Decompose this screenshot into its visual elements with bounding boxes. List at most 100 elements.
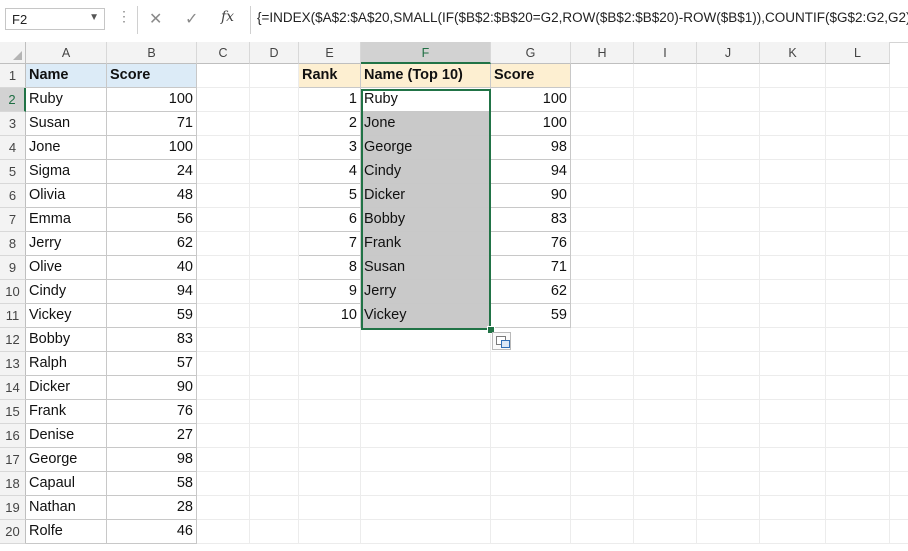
rank-cell[interactable]: 5 xyxy=(299,184,361,208)
score-cell[interactable]: 94 xyxy=(107,280,197,304)
score-cell[interactable]: 59 xyxy=(107,304,197,328)
top-name-cell[interactable]: Cindy xyxy=(361,160,491,184)
formula-input[interactable]: {=INDEX($A$2:$A$20,SMALL(IF($B$2:$B$20=G… xyxy=(257,10,908,25)
score-cell[interactable]: 90 xyxy=(107,376,197,400)
score-cell[interactable]: 90 xyxy=(491,184,571,208)
column-header-h[interactable]: H xyxy=(571,42,634,64)
cell-header[interactable]: Score xyxy=(491,64,571,88)
row-header-10[interactable]: 10 xyxy=(0,280,26,304)
score-cell[interactable]: 98 xyxy=(107,448,197,472)
cell-header[interactable]: Score xyxy=(107,64,197,88)
top-name-cell[interactable]: Jerry xyxy=(361,280,491,304)
row-header-8[interactable]: 8 xyxy=(0,232,26,256)
name-cell[interactable]: Frank xyxy=(26,400,107,424)
column-header-l[interactable]: L xyxy=(826,42,890,64)
name-cell[interactable]: Olivia xyxy=(26,184,107,208)
cell-header[interactable]: Rank xyxy=(299,64,361,88)
name-cell[interactable]: Ralph xyxy=(26,352,107,376)
score-cell[interactable]: 71 xyxy=(491,256,571,280)
row-header-13[interactable]: 13 xyxy=(0,352,26,376)
row-header-11[interactable]: 11 xyxy=(0,304,26,328)
score-cell[interactable]: 71 xyxy=(107,112,197,136)
score-cell[interactable]: 100 xyxy=(107,88,197,112)
score-cell[interactable]: 76 xyxy=(491,232,571,256)
rank-cell[interactable]: 4 xyxy=(299,160,361,184)
top-name-cell[interactable]: George xyxy=(361,136,491,160)
column-header-a[interactable]: A xyxy=(26,42,107,64)
row-header-17[interactable]: 17 xyxy=(0,448,26,472)
score-cell[interactable]: 94 xyxy=(491,160,571,184)
score-cell[interactable]: 28 xyxy=(107,496,197,520)
column-header-b[interactable]: B xyxy=(107,42,197,64)
chevron-down-icon[interactable]: ▼ xyxy=(89,12,99,23)
score-cell[interactable]: 76 xyxy=(107,400,197,424)
column-header-g[interactable]: G xyxy=(491,42,571,64)
row-header-12[interactable]: 12 xyxy=(0,328,26,352)
name-cell[interactable]: George xyxy=(26,448,107,472)
name-cell[interactable]: Capaul xyxy=(26,472,107,496)
score-cell[interactable]: 57 xyxy=(107,352,197,376)
top-name-cell[interactable]: Jone xyxy=(361,112,491,136)
row-header-14[interactable]: 14 xyxy=(0,376,26,400)
top-name-cell[interactable]: Bobby xyxy=(361,208,491,232)
rank-cell[interactable]: 10 xyxy=(299,304,361,328)
cancel-icon[interactable]: ✕ xyxy=(149,9,162,29)
name-cell[interactable]: Jone xyxy=(26,136,107,160)
row-header-18[interactable]: 18 xyxy=(0,472,26,496)
top-name-cell[interactable]: Ruby xyxy=(361,88,491,112)
score-cell[interactable]: 48 xyxy=(107,184,197,208)
insert-function-icon[interactable]: fx xyxy=(221,9,234,25)
score-cell[interactable]: 100 xyxy=(491,112,571,136)
row-header-20[interactable]: 20 xyxy=(0,520,26,544)
row-header-4[interactable]: 4 xyxy=(0,136,26,160)
score-cell[interactable]: 46 xyxy=(107,520,197,544)
column-header-f[interactable]: F xyxy=(361,42,491,64)
name-cell[interactable]: Jerry xyxy=(26,232,107,256)
name-cell[interactable]: Bobby xyxy=(26,328,107,352)
row-header-6[interactable]: 6 xyxy=(0,184,26,208)
row-header-1[interactable]: 1 xyxy=(0,64,26,88)
row-header-2[interactable]: 2 xyxy=(0,88,26,112)
row-header-3[interactable]: 3 xyxy=(0,112,26,136)
enter-check-icon[interactable]: ✓ xyxy=(185,9,198,29)
name-cell[interactable]: Olive xyxy=(26,256,107,280)
score-cell[interactable]: 62 xyxy=(107,232,197,256)
quick-analysis-icon[interactable] xyxy=(492,332,511,350)
row-header-7[interactable]: 7 xyxy=(0,208,26,232)
name-cell[interactable]: Nathan xyxy=(26,496,107,520)
name-cell[interactable]: Vickey xyxy=(26,304,107,328)
column-header-e[interactable]: E xyxy=(299,42,361,64)
top-name-cell[interactable]: Susan xyxy=(361,256,491,280)
score-cell[interactable]: 83 xyxy=(107,328,197,352)
name-cell[interactable]: Sigma xyxy=(26,160,107,184)
rank-cell[interactable]: 7 xyxy=(299,232,361,256)
column-header-c[interactable]: C xyxy=(197,42,250,64)
name-cell[interactable]: Denise xyxy=(26,424,107,448)
score-cell[interactable]: 40 xyxy=(107,256,197,280)
rank-cell[interactable]: 2 xyxy=(299,112,361,136)
score-cell[interactable]: 62 xyxy=(491,280,571,304)
column-header-d[interactable]: D xyxy=(250,42,299,64)
row-header-5[interactable]: 5 xyxy=(0,160,26,184)
name-box[interactable]: F2 ▼ xyxy=(5,8,105,30)
score-cell[interactable]: 59 xyxy=(491,304,571,328)
row-header-16[interactable]: 16 xyxy=(0,424,26,448)
score-cell[interactable]: 83 xyxy=(491,208,571,232)
rank-cell[interactable]: 9 xyxy=(299,280,361,304)
row-header-15[interactable]: 15 xyxy=(0,400,26,424)
score-cell[interactable]: 98 xyxy=(491,136,571,160)
row-header-19[interactable]: 19 xyxy=(0,496,26,520)
column-header-i[interactable]: I xyxy=(634,42,697,64)
name-cell[interactable]: Cindy xyxy=(26,280,107,304)
name-cell[interactable]: Dicker xyxy=(26,376,107,400)
name-cell[interactable]: Emma xyxy=(26,208,107,232)
top-name-cell[interactable]: Vickey xyxy=(361,304,491,328)
more-options-icon[interactable]: ⋮ xyxy=(117,8,131,25)
column-header-k[interactable]: K xyxy=(760,42,826,64)
rank-cell[interactable]: 6 xyxy=(299,208,361,232)
column-header-j[interactable]: J xyxy=(697,42,760,64)
rank-cell[interactable]: 1 xyxy=(299,88,361,112)
score-cell[interactable]: 56 xyxy=(107,208,197,232)
score-cell[interactable]: 24 xyxy=(107,160,197,184)
name-cell[interactable]: Susan xyxy=(26,112,107,136)
